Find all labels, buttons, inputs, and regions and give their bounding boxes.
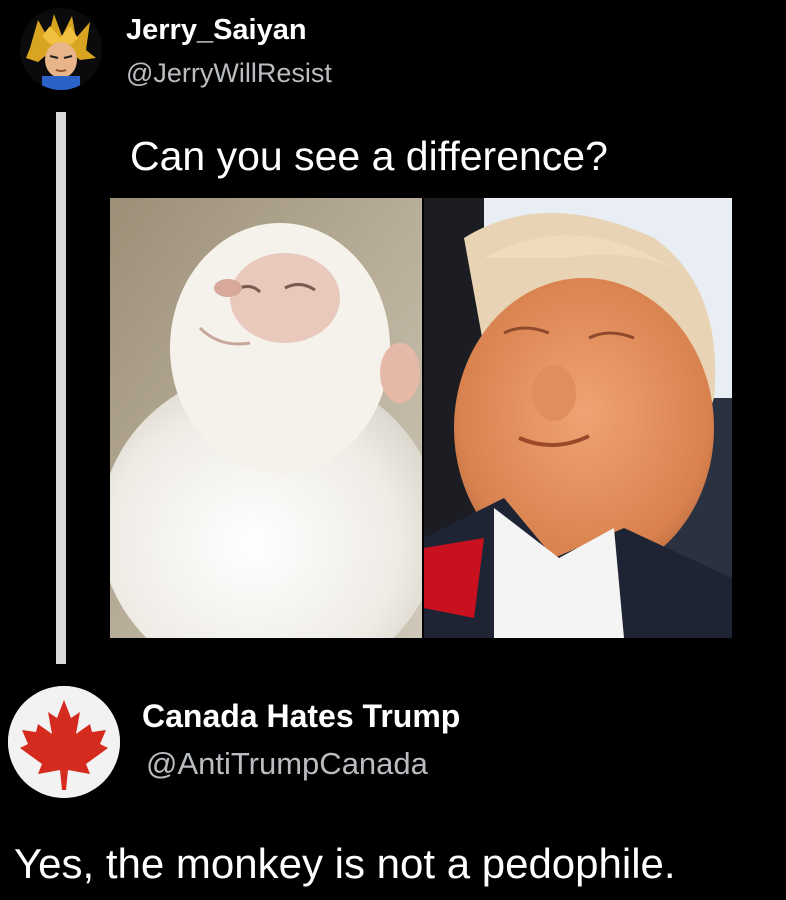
author-handle[interactable]: @JerryWillResist — [126, 58, 332, 89]
tweet-text: Can you see a difference? — [130, 133, 608, 179]
author-handle[interactable]: @AntiTrumpCanada — [146, 746, 428, 782]
reply-text: Yes, the monkey is not a pedophile. — [14, 840, 676, 887]
avatar[interactable] — [8, 686, 120, 798]
thread-connector-line — [56, 112, 66, 664]
sleeping-man-photo[interactable] — [424, 198, 732, 638]
anime-character-avatar-icon — [20, 8, 102, 90]
author-name[interactable]: Jerry_Saiyan — [126, 14, 307, 47]
avatar[interactable] — [20, 8, 102, 90]
maple-leaf-icon — [8, 686, 120, 798]
author-name[interactable]: Canada Hates Trump — [142, 698, 460, 735]
white-monkey-photo[interactable] — [100, 198, 440, 688]
